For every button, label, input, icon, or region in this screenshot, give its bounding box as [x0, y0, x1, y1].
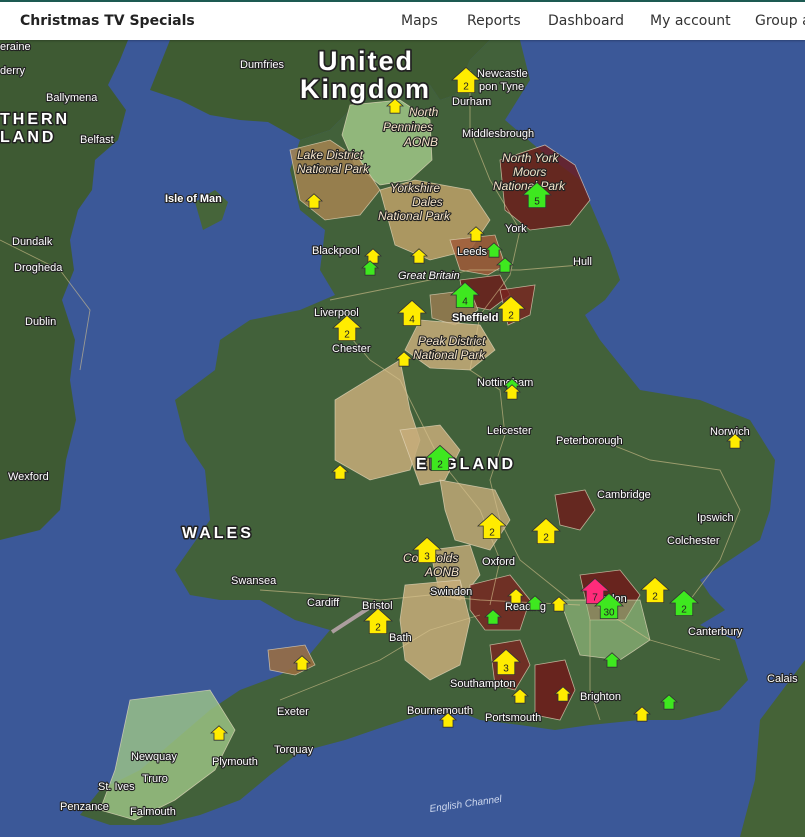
label-aonb-np: AONB [403, 135, 438, 149]
label-wales: WALES [182, 525, 254, 542]
label-liverpool: Liverpool [314, 307, 359, 319]
label-falmouth: Falmouth [130, 806, 176, 818]
nav-my-account[interactable]: My account [650, 13, 731, 29]
marker-count: 30 [603, 607, 615, 618]
label-dumfries: Dumfries [240, 59, 285, 71]
label-canterbury: Canterbury [688, 626, 743, 638]
top-navigation-bar: Christmas TV Specials Maps Reports Dashb… [0, 0, 805, 40]
app-title[interactable]: Christmas TV Specials [20, 13, 195, 29]
label-derry: derry [0, 65, 26, 77]
marker-count: 3 [503, 663, 509, 674]
label-calais: Calais [767, 673, 798, 685]
label-penzance: Penzance [60, 801, 109, 813]
label-isle-of-man: Isle of Man [165, 193, 222, 205]
label-durham: Durham [452, 96, 491, 108]
marker-count: 4 [409, 314, 415, 325]
label-pennines: Pennines [383, 120, 433, 134]
label-cardiff: Cardiff [307, 597, 340, 609]
label-norwich: Norwich [710, 426, 750, 438]
label-hull: Hull [573, 256, 592, 268]
label-truro: Truro [142, 773, 168, 785]
label-leeds: Leeds [457, 246, 487, 258]
label-torquay: Torquay [274, 744, 314, 756]
marker-count: 2 [463, 81, 469, 92]
label-national-park-ld: National Park [297, 162, 370, 176]
label-aonb-cotswolds: AONB [424, 565, 459, 579]
label-ipswich: Ipswich [697, 512, 734, 524]
label-land: LAND [0, 129, 56, 146]
label-great-britain: Great Britain [398, 270, 460, 282]
label-swansea: Swansea [231, 575, 277, 587]
label-blackpool: Blackpool [312, 245, 360, 257]
label-chester: Chester [332, 343, 371, 355]
marker-count: 2 [681, 604, 687, 615]
label-newquay: Newquay [131, 751, 177, 763]
label-middlesbrough: Middlesbrough [462, 128, 534, 140]
marker-count: 2 [437, 459, 443, 470]
nav-dashboard[interactable]: Dashboard [548, 13, 624, 29]
label-st-ives: St. Ives [98, 781, 135, 793]
label-drogheda: Drogheda [14, 262, 63, 274]
label-united: United [318, 46, 414, 76]
label-exeter: Exeter [277, 706, 309, 718]
marker-count: 4 [462, 296, 468, 307]
label-thern: THERN [0, 111, 70, 128]
label-oxford: Oxford [482, 556, 515, 568]
label-southampton: Southampton [450, 678, 515, 690]
marker-count: 2 [508, 310, 514, 321]
label-portsmouth: Portsmouth [485, 712, 541, 724]
marker-count: 5 [534, 196, 540, 207]
label-york: York [505, 223, 527, 235]
label-wexford: Wexford [8, 471, 49, 483]
nav-reports[interactable]: Reports [467, 13, 521, 29]
label-nottingham: Nottingham [477, 377, 533, 389]
label-moors: Moors [513, 165, 546, 179]
marker-count: 2 [652, 591, 658, 602]
label-belfast: Belfast [80, 134, 114, 146]
nav-maps[interactable]: Maps [401, 13, 438, 29]
label-dundalk: Dundalk [12, 236, 53, 248]
label-bath: Bath [389, 632, 412, 644]
label-brighton: Brighton [580, 691, 621, 703]
label-bournemouth: Bournemouth [407, 705, 473, 717]
label-north: North [409, 105, 439, 119]
label-national-park-yd: National Park [378, 209, 451, 223]
label-national-park-pd: National Park [413, 348, 486, 362]
label-north-york: North York [502, 151, 559, 165]
marker-count: 7 [592, 592, 598, 603]
label-lake-district: Lake District [297, 148, 364, 162]
label-dales: Dales [412, 195, 443, 209]
nav-group-admin[interactable]: Group a [755, 13, 805, 29]
label-peak-district: Peak District [418, 334, 486, 348]
label-plymouth: Plymouth [212, 756, 258, 768]
label-colchester: Colchester [667, 535, 720, 547]
marker-count: 3 [424, 551, 430, 562]
label-cambridge: Cambridge [597, 489, 651, 501]
label-swindon: Swindon [430, 586, 472, 598]
label-coleraine: eraine [0, 41, 31, 53]
label-peterborough: Peterborough [556, 435, 623, 447]
label-newcastle: Newcastle [477, 68, 528, 80]
label-kingdom: Kingdom [300, 74, 431, 104]
label-leicester: Leicester [487, 425, 532, 437]
label-dublin: Dublin [25, 316, 56, 328]
label-yorkshire: Yorkshire [390, 181, 440, 195]
label-sheffield: Sheffield [452, 312, 498, 324]
marker-count: 2 [489, 527, 495, 538]
marker-count: 2 [543, 532, 549, 543]
map-canvas[interactable]: United Kingdom ENGLAND WALES THERN LAND … [0, 40, 805, 837]
label-upon-tyne: pon Tyne [479, 81, 524, 93]
marker-count: 2 [375, 622, 381, 633]
label-ballymena: Ballymena [46, 92, 98, 104]
marker-count: 2 [344, 329, 350, 340]
